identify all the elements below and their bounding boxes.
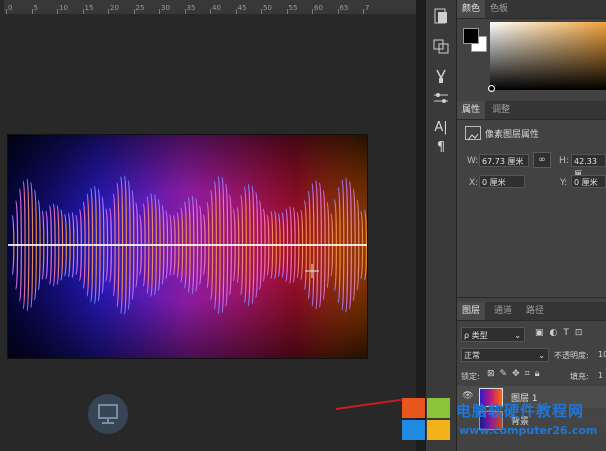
tab-properties[interactable]: 属性 — [457, 101, 486, 119]
opacity-value[interactable]: 10 — [598, 350, 606, 359]
ruler-tick-label: 15 — [84, 4, 94, 12]
lock-label: 锁定: — [461, 372, 480, 381]
image-filter-icon[interactable]: ▣ — [535, 328, 550, 338]
ruler-tick-label: 20 — [110, 4, 119, 12]
fill-label: 填充: — [570, 372, 589, 381]
layer-filter-select[interactable]: ρ 类型 ⌄ — [461, 327, 525, 342]
properties-panel-tabs: 属性 调整 — [457, 101, 606, 120]
ruler-tick-label: 5 — [33, 4, 38, 12]
ruler-tick-label: 55 — [288, 4, 298, 12]
chevron-down-icon: ⌄ — [514, 331, 521, 340]
panel-separator — [457, 297, 606, 298]
ruler-tick-label: 25 — [135, 4, 145, 12]
brush-preset-icon[interactable] — [431, 66, 451, 86]
lock-icons[interactable]: ⊠✎✥⌗🔒︎ — [487, 369, 545, 379]
lock-all-icon[interactable]: 🔒︎ — [535, 369, 545, 379]
ruler-tick-label: 7 — [365, 4, 370, 12]
width-field[interactable]: 67.73 厘米 — [479, 154, 529, 167]
brush-settings-icon[interactable] — [431, 88, 451, 108]
lock-move-icon[interactable]: ✥ — [512, 369, 525, 379]
adjustment-filter-icon[interactable]: ◐ — [550, 328, 564, 338]
y-label: Y: — [560, 178, 568, 188]
x-field[interactable]: 0 厘米 — [479, 175, 525, 188]
adjust-icon[interactable] — [431, 6, 451, 26]
chevron-down-icon: ⌄ — [538, 351, 545, 360]
height-label: H: — [559, 156, 569, 166]
lock-artboard-icon[interactable]: ⌗ — [525, 369, 535, 379]
watermark-title: 电脑软硬件教程网 — [456, 402, 585, 420]
ruler-tick-label: 0 — [8, 4, 13, 12]
link-dimensions-icon[interactable]: ∞ — [533, 152, 551, 168]
tab-paths[interactable]: 路径 — [521, 302, 549, 320]
panel-icon-dock: A| ¶ — [426, 0, 457, 451]
type-filter-icon[interactable]: T — [563, 328, 575, 338]
character-icon[interactable]: A| — [431, 118, 451, 138]
tab-swatches[interactable]: 色板 — [485, 0, 513, 18]
ruler-tick-label: 10 — [59, 4, 68, 12]
ruler-tick-label: 45 — [237, 4, 247, 12]
layer-filter-label: ρ 类型 — [464, 331, 488, 340]
color-field[interactable] — [488, 22, 606, 92]
opacity-label: 不透明度: — [554, 351, 589, 360]
layers-panel-tabs: 图层 通道 路径 — [457, 302, 606, 321]
lock-brush-icon[interactable]: ✎ — [500, 369, 513, 379]
sound-wave-artwork — [8, 135, 367, 358]
clone-source-icon[interactable] — [431, 36, 451, 56]
fill-value[interactable]: 1 — [598, 371, 603, 380]
y-field[interactable]: 0 厘米 — [571, 175, 606, 188]
right-panel-stack: 颜色 色板 属性 调整 像素图层属性 W: 67.73 厘米 ∞ H: 42.3… — [457, 0, 606, 451]
ruler-tick-label: 60 — [314, 4, 323, 12]
ruler-tick-label: 40 — [212, 4, 221, 12]
monitor-logo-icon — [88, 394, 128, 434]
foreground-color-swatch[interactable] — [463, 28, 479, 44]
color-picker-handle[interactable] — [488, 85, 495, 92]
lock-transparent-icon[interactable]: ⊠ — [487, 369, 500, 379]
tab-layers[interactable]: 图层 — [457, 302, 486, 320]
panel-divider — [416, 0, 426, 451]
tab-color[interactable]: 颜色 — [457, 0, 486, 18]
width-label: W: — [467, 156, 479, 166]
document-canvas-image[interactable] — [7, 134, 368, 359]
tab-adjustments[interactable]: 调整 — [487, 101, 515, 119]
windows-logo-icon — [402, 398, 452, 442]
properties-section-title: 像素图层属性 — [485, 130, 540, 140]
horizontal-ruler: 0 5 10 15 20 25 30 35 40 45 50 55 60 65 7 — [4, 0, 416, 15]
height-field[interactable]: 42.33 厘 — [571, 154, 606, 179]
blend-mode-value: 正常 — [464, 351, 480, 360]
layer-filter-icons[interactable]: ▣◐T⊡ — [535, 328, 588, 338]
ruler-tick-label: 65 — [339, 4, 349, 12]
tab-channels[interactable]: 通道 — [489, 302, 517, 320]
pixel-layer-icon — [465, 126, 481, 141]
ruler-tick-label: 30 — [161, 4, 170, 12]
blend-mode-select[interactable]: 正常 ⌄ — [461, 348, 549, 362]
color-panel-tabs: 颜色 色板 — [457, 0, 606, 19]
shape-filter-icon[interactable]: ⊡ — [575, 328, 589, 338]
ruler-tick-label: 50 — [263, 4, 272, 12]
x-label: X: — [469, 178, 479, 188]
ruler-tick-label: 35 — [186, 4, 196, 12]
paragraph-icon[interactable]: ¶ — [431, 138, 451, 158]
watermark-url: www.computer26.com — [459, 424, 598, 437]
